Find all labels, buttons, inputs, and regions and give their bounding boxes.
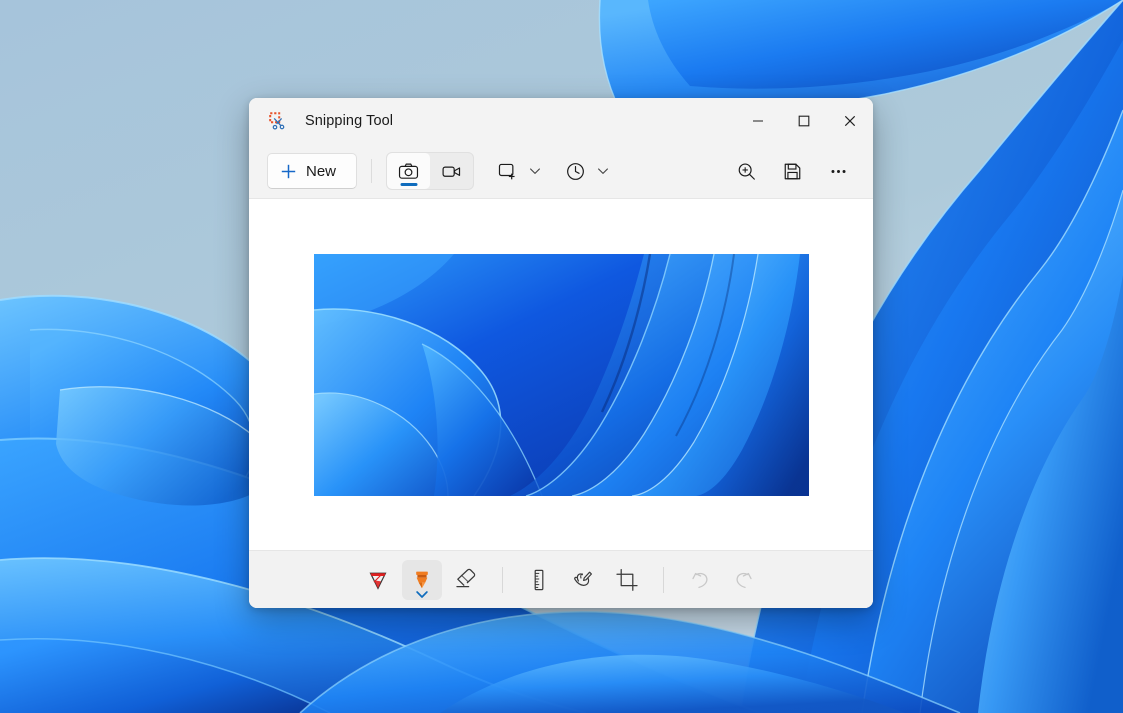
title-bar[interactable]: Snipping Tool	[249, 98, 873, 144]
maximize-button[interactable]	[781, 98, 827, 144]
window-controls	[735, 98, 873, 144]
touch-writing-icon	[570, 567, 596, 593]
eraser-button[interactable]	[446, 560, 486, 600]
chevron-down-icon	[416, 590, 429, 599]
zoom-button[interactable]	[729, 154, 763, 188]
rectangle-snip-icon	[497, 161, 518, 182]
close-button[interactable]	[827, 98, 873, 144]
touch-writing-button[interactable]	[563, 560, 603, 600]
redo-button[interactable]	[724, 560, 764, 600]
more-options-button[interactable]	[821, 154, 855, 188]
snip-mode-button[interactable]	[490, 154, 524, 188]
window-title: Snipping Tool	[305, 113, 393, 129]
record-mode-button[interactable]	[430, 153, 473, 189]
delay-button[interactable]	[558, 154, 592, 188]
ink-toolbar-divider-2	[663, 567, 664, 593]
ballpoint-pen-icon	[365, 567, 391, 593]
save-button[interactable]	[775, 154, 809, 188]
zoom-in-icon	[736, 161, 757, 182]
new-snip-button[interactable]: New	[267, 153, 357, 189]
selected-mode-indicator	[400, 183, 417, 187]
crop-button[interactable]	[607, 560, 647, 600]
ruler-button[interactable]	[519, 560, 559, 600]
captured-screenshot-art	[314, 254, 809, 496]
ink-toolbar-divider-1	[502, 567, 503, 593]
capture-mode-group	[386, 152, 474, 190]
highlighter-button[interactable]	[402, 560, 442, 600]
undo-icon	[688, 568, 712, 592]
new-snip-label: New	[306, 163, 336, 180]
minimize-button[interactable]	[735, 98, 781, 144]
desktop-background: Snipping Tool	[0, 0, 1123, 713]
ink-toolbar	[249, 550, 873, 608]
redo-icon	[732, 568, 756, 592]
minimize-icon	[752, 115, 764, 127]
eraser-icon	[453, 567, 479, 593]
plus-icon	[280, 163, 297, 180]
main-toolbar: New	[249, 144, 873, 199]
clock-icon	[565, 161, 586, 182]
video-camera-icon	[441, 161, 462, 182]
snip-mode-dropdown[interactable]	[524, 154, 546, 188]
camera-icon	[398, 161, 419, 182]
crop-icon	[614, 567, 640, 593]
undo-button[interactable]	[680, 560, 720, 600]
save-floppy-icon	[782, 161, 803, 182]
snipping-tool-window: Snipping Tool	[249, 98, 873, 608]
snipping-tool-scissors-icon	[267, 111, 287, 131]
chevron-down-icon	[529, 165, 541, 177]
captured-screenshot[interactable]	[314, 254, 809, 496]
close-icon	[844, 115, 856, 127]
toolbar-divider-1	[371, 159, 372, 183]
delay-dropdown[interactable]	[592, 154, 614, 188]
screenshot-mode-button[interactable]	[387, 153, 430, 189]
ellipsis-icon	[828, 161, 849, 182]
chevron-down-icon	[597, 165, 609, 177]
maximize-icon	[798, 115, 810, 127]
ruler-icon	[526, 567, 552, 593]
snip-canvas-area[interactable]	[249, 199, 873, 550]
ballpoint-pen-button[interactable]	[358, 560, 398, 600]
